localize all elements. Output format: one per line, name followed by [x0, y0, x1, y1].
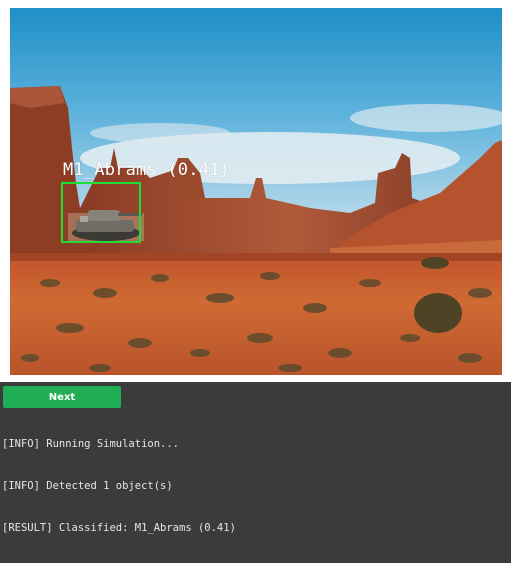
bottom-panel: Next [INFO] Running Simulation... [INFO]…: [0, 382, 511, 534]
detection-label: M1_Abrams (0.41): [63, 160, 230, 180]
log-line: [RESULT] Classified: M1_Abrams (0.41): [2, 522, 236, 534]
image-frame: M1_Abrams (0.41): [0, 0, 511, 382]
console-log: [INFO] Running Simulation... [INFO] Dete…: [2, 409, 236, 563]
log-line: [INFO] Running Simulation...: [2, 438, 180, 450]
next-button[interactable]: Next: [3, 386, 121, 408]
log-line: [INFO] Detected 1 object(s): [2, 480, 173, 492]
detection-bounding-box: [61, 182, 141, 243]
